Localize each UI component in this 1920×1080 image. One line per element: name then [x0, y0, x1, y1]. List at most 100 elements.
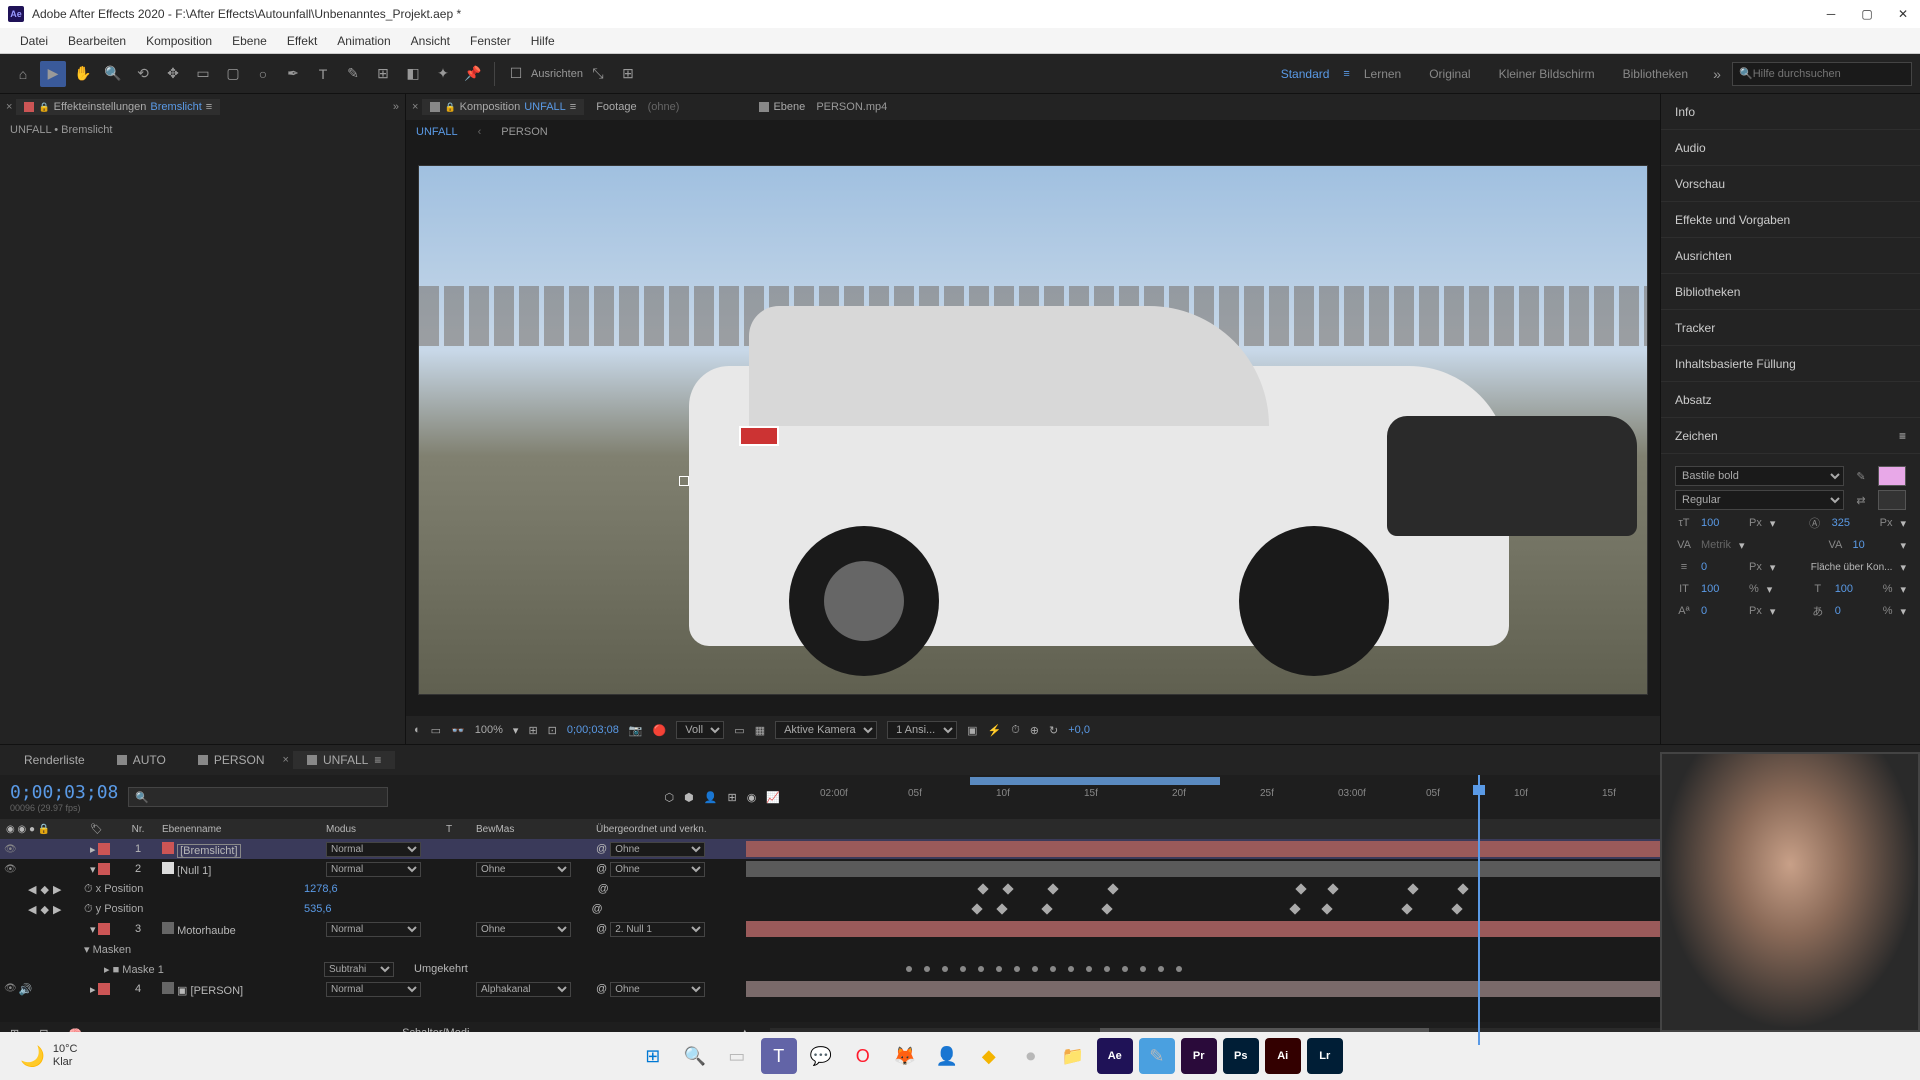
ellipse-tool-icon[interactable]: ○ — [250, 61, 276, 87]
snap-options-icon[interactable]: ⤡ — [585, 61, 611, 87]
blend-mode-select[interactable]: Normal — [326, 862, 421, 877]
app-icon[interactable]: ◆ — [971, 1038, 1007, 1074]
menu-bearbeiten[interactable]: Bearbeiten — [58, 34, 136, 48]
layer-color-tag[interactable] — [98, 843, 110, 855]
font-family-select[interactable]: Bastile bold — [1675, 466, 1844, 486]
hand-tool-icon[interactable]: ✋ — [70, 61, 96, 87]
parent-pickwhip-icon[interactable]: @ — [592, 903, 603, 915]
keyframe[interactable] — [996, 966, 1002, 972]
current-timecode[interactable]: 0;00;03;08 — [10, 782, 118, 803]
keyframe[interactable] — [924, 966, 930, 972]
premiere-icon[interactable]: Pr — [1181, 1038, 1217, 1074]
orbit-tool-icon[interactable]: ⟲ — [130, 61, 156, 87]
rounded-rect-tool-icon[interactable]: ▢ — [220, 61, 246, 87]
task-view-button[interactable]: ▭ — [719, 1038, 755, 1074]
keyframe[interactable] — [942, 966, 948, 972]
tab-unfall[interactable]: UNFALL≡ — [293, 751, 395, 769]
guides-icon[interactable]: ⊡ — [548, 724, 557, 737]
keyframe[interactable] — [1086, 966, 1092, 972]
keyframe[interactable] — [1104, 966, 1110, 972]
add-kf-icon[interactable]: ◆ — [40, 903, 48, 916]
keyframe[interactable] — [1047, 883, 1058, 894]
parent-pickwhip-icon[interactable]: @ — [596, 843, 607, 855]
app-icon[interactable]: ✎ — [1139, 1038, 1175, 1074]
keyframe[interactable] — [1289, 903, 1300, 914]
rect-tool-icon[interactable]: ▭ — [190, 61, 216, 87]
tab-renderliste[interactable]: Renderliste — [10, 751, 99, 769]
keyframe[interactable] — [1158, 966, 1164, 972]
alpha-icon[interactable]: ◐ — [414, 724, 421, 736]
keyframe[interactable] — [977, 883, 988, 894]
workspace-original[interactable]: Original — [1415, 67, 1484, 81]
minimize-button[interactable]: ─ — [1822, 5, 1840, 23]
help-search-input[interactable] — [1753, 68, 1905, 80]
keyframe[interactable] — [1451, 903, 1462, 914]
baseline-value[interactable]: 0 — [1701, 605, 1741, 617]
leading-value[interactable]: 325 — [1832, 517, 1872, 529]
pan-behind-tool-icon[interactable]: ✥ — [160, 61, 186, 87]
whatsapp-icon[interactable]: 💬 — [803, 1038, 839, 1074]
panel-tracker[interactable]: Tracker — [1661, 310, 1920, 346]
composition-tab[interactable]: 🔒 Komposition UNFALL ≡ — [422, 99, 584, 115]
close-button[interactable]: ✕ — [1894, 5, 1912, 23]
add-kf-icon[interactable]: ◆ — [40, 883, 48, 896]
timeline-icon[interactable]: ⏱ — [1011, 724, 1020, 737]
keyframe[interactable] — [1122, 966, 1128, 972]
property-y-position[interactable]: ◀◆▶ ⏱ y Position 535,6 @ — [0, 899, 1920, 919]
keyframe[interactable] — [1327, 883, 1338, 894]
stroke-color-swatch[interactable] — [1878, 490, 1906, 510]
keyframe[interactable] — [1295, 883, 1306, 894]
snapshot-icon[interactable]: 📷 — [629, 724, 643, 737]
after-effects-icon[interactable]: Ae — [1097, 1038, 1133, 1074]
trkmat-select[interactable]: Ohne — [476, 922, 571, 937]
zoom-value[interactable]: 100% — [475, 724, 503, 736]
roi-icon[interactable]: ▭ — [734, 724, 744, 737]
resolution-select[interactable]: Voll — [676, 721, 724, 739]
panel-effekte[interactable]: Effekte und Vorgaben — [1661, 202, 1920, 238]
parent-pickwhip-icon[interactable]: @ — [596, 983, 607, 995]
keyframe[interactable] — [1041, 903, 1052, 914]
comp-flowchart-icon[interactable]: ⬡ — [665, 791, 675, 804]
menu-hilfe[interactable]: Hilfe — [521, 34, 565, 48]
next-kf-icon[interactable]: ▶ — [53, 883, 61, 896]
x-position-value[interactable]: 1278,6 — [304, 883, 338, 895]
keyframe[interactable] — [960, 966, 966, 972]
layer-row-3[interactable]: ▾ 3 Motorhaube Normal Ohne @ 2. Null 1 — [0, 919, 1920, 939]
keyframe[interactable] — [1140, 966, 1146, 972]
keyframe[interactable] — [1050, 966, 1056, 972]
comp-subtab-unfall[interactable]: UNFALL — [416, 126, 458, 138]
tab-auto[interactable]: AUTO — [103, 751, 180, 769]
layer-name[interactable]: [Bremslicht] — [177, 844, 240, 858]
keyframe[interactable] — [1032, 966, 1038, 972]
y-position-value[interactable]: 535,6 — [304, 903, 332, 915]
frame-blend-icon[interactable]: ⊞ — [727, 791, 736, 804]
property-x-position[interactable]: ◀◆▶ ⏱ x Position 1278,6 @ — [0, 879, 1920, 899]
tracker-mark[interactable] — [739, 426, 779, 446]
transparency-icon[interactable]: ▦ — [755, 724, 765, 737]
fill-color-swatch[interactable] — [1878, 466, 1906, 486]
workspace-lernen[interactable]: Lernen — [1350, 67, 1415, 81]
maximize-button[interactable]: ▢ — [1858, 5, 1876, 23]
layer-name[interactable]: [Null 1] — [177, 865, 211, 877]
keyframe[interactable] — [1014, 966, 1020, 972]
keyframe[interactable] — [1068, 966, 1074, 972]
keyframe[interactable] — [1107, 883, 1118, 894]
views-select[interactable]: 1 Ansi... — [887, 721, 957, 739]
panel-overflow-icon[interactable]: » — [393, 101, 399, 113]
masks-group[interactable]: ▾ Masken — [0, 939, 1920, 959]
blend-mode-select[interactable]: Normal — [326, 922, 421, 937]
effect-controls-tab[interactable]: 🔒 Effekteinstellungen Bremslicht ≡ — [16, 99, 220, 115]
keyframe[interactable] — [978, 966, 984, 972]
viewer-timecode[interactable]: 0;00;03;08 — [567, 724, 619, 736]
motion-blur-icon[interactable]: ◉ — [747, 791, 757, 804]
keyframe[interactable] — [1101, 903, 1112, 914]
illustrator-icon[interactable]: Ai — [1265, 1038, 1301, 1074]
panel-absatz[interactable]: Absatz — [1661, 382, 1920, 418]
mask-mode-select[interactable]: Subtrahi — [324, 962, 394, 977]
flowchart-icon[interactable]: ⊕ — [1030, 724, 1039, 737]
prev-kf-icon[interactable]: ◀ — [28, 883, 36, 896]
visibility-toggle[interactable]: 👁 — [4, 983, 17, 996]
pen-tool-icon[interactable]: ✒ — [280, 61, 306, 87]
visibility-toggle[interactable]: 👁 — [4, 864, 17, 875]
brush-tool-icon[interactable]: ✎ — [340, 61, 366, 87]
